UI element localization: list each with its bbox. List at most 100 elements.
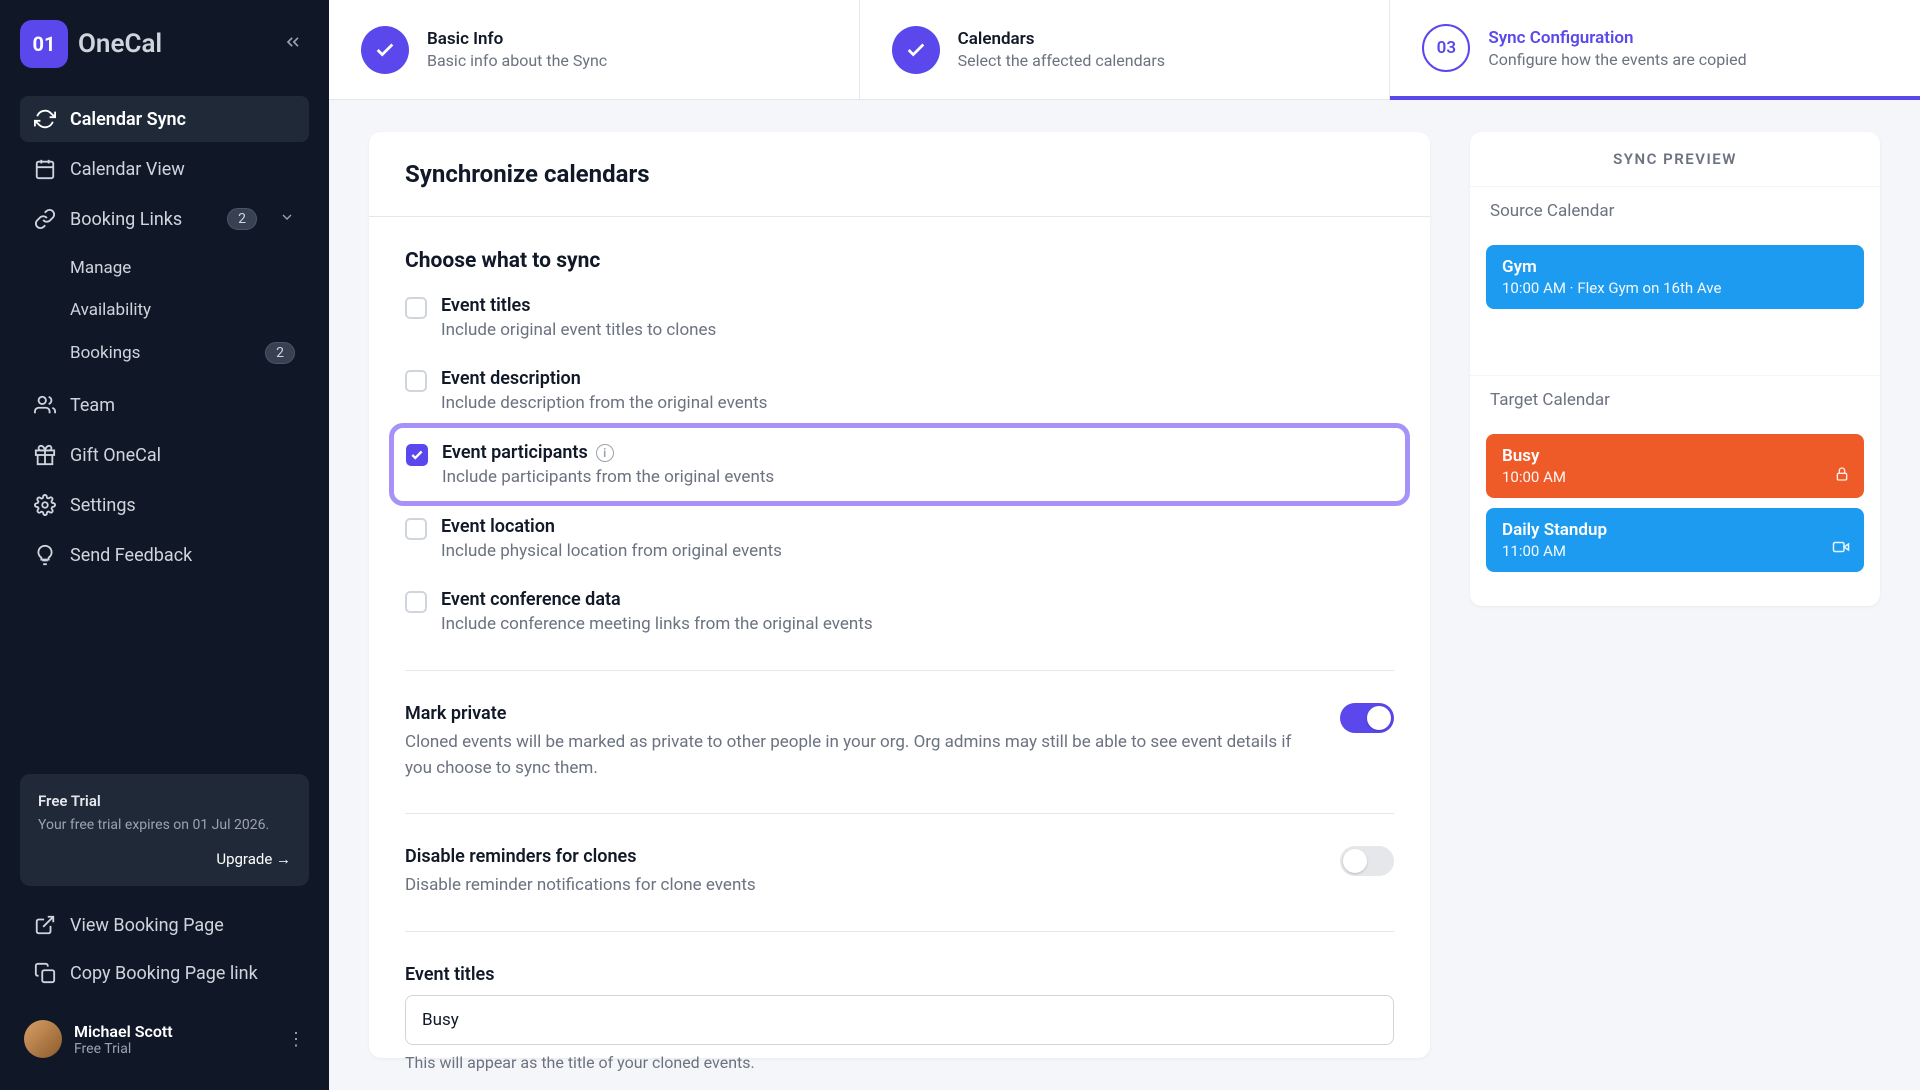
source-calendar-label: Source Calendar <box>1470 186 1880 235</box>
nav-gift[interactable]: Gift OneCal <box>20 432 309 478</box>
nav-feedback[interactable]: Send Feedback <box>20 532 309 578</box>
logo-text: OneCal <box>78 29 162 59</box>
main-nav: Calendar Sync Calendar View Booking Link… <box>20 96 309 578</box>
sidebar: 01 OneCal Calendar Sync Calendar View Bo… <box>0 0 329 1090</box>
nav-team[interactable]: Team <box>20 382 309 428</box>
collapse-sidebar-button[interactable] <box>277 26 309 62</box>
sync-preview-card: SYNC PREVIEW Source Calendar Gym 10:00 A… <box>1470 132 1880 606</box>
checkbox[interactable] <box>405 370 427 392</box>
option-event-location[interactable]: Event location Include physical location… <box>405 512 1394 565</box>
user-menu-button[interactable]: ⋮ <box>287 1035 305 1044</box>
nav-calendar-view[interactable]: Calendar View <box>20 146 309 192</box>
event-time: 11:00 AM <box>1502 542 1848 560</box>
app-logo[interactable]: 01 OneCal <box>20 20 162 68</box>
step-calendars[interactable]: Calendars Select the affected calendars <box>860 0 1391 99</box>
event-time: 10:00 AM · Flex Gym on 16th Ave <box>1502 279 1848 297</box>
nav-item-label: Send Feedback <box>70 545 192 566</box>
external-link-icon <box>34 914 56 936</box>
choose-title: Choose what to sync <box>405 249 1394 273</box>
user-plan: Free Trial <box>74 1041 275 1057</box>
event-titles-hint: This will appear as the title of your cl… <box>405 1053 1394 1072</box>
nav-item-label: Manage <box>70 258 131 278</box>
nav-item-label: Gift OneCal <box>70 445 161 466</box>
nav-item-label: Booking Links <box>70 209 182 230</box>
event-title: Busy <box>1502 446 1848 466</box>
nav-item-label: View Booking Page <box>70 915 224 936</box>
source-calendar-body: Gym 10:00 AM · Flex Gym on 16th Ave <box>1470 235 1880 375</box>
target-calendar-label: Target Calendar <box>1470 375 1880 424</box>
toggle-title: Mark private <box>405 703 1316 724</box>
content: Synchronize calendars Choose what to syn… <box>329 100 1920 1090</box>
link-icon <box>34 208 56 230</box>
nav-manage[interactable]: Manage <box>56 248 309 288</box>
option-event-titles[interactable]: Event titles Include original event titl… <box>405 291 1394 344</box>
nav-bookings[interactable]: Bookings2 <box>56 332 309 374</box>
option-desc: Include original event titles to clones <box>441 320 716 340</box>
nav-item-label: Team <box>70 395 115 416</box>
checkbox[interactable] <box>405 297 427 319</box>
source-event: Gym 10:00 AM · Flex Gym on 16th Ave <box>1486 245 1864 309</box>
checkbox[interactable] <box>405 591 427 613</box>
nav-item-label: Calendar Sync <box>70 109 186 130</box>
event-title: Gym <box>1502 257 1848 277</box>
step-basic-info[interactable]: Basic Info Basic info about the Sync <box>329 0 860 99</box>
option-event-description[interactable]: Event description Include description fr… <box>405 364 1394 417</box>
nav-item-label: Copy Booking Page link <box>70 963 258 984</box>
step-desc: Basic info about the Sync <box>427 51 607 70</box>
step-sync-config[interactable]: 03 Sync Configuration Configure how the … <box>1390 0 1920 100</box>
option-desc: Include conference meeting links from th… <box>441 614 873 634</box>
divider <box>405 931 1394 932</box>
highlighted-option: Event participants i Include participant… <box>389 423 1410 506</box>
gift-icon <box>34 444 56 466</box>
option-desc: Include physical location from original … <box>441 541 782 561</box>
nav-settings[interactable]: Settings <box>20 482 309 528</box>
option-label: Event conference data <box>441 589 873 610</box>
sync-settings-card: Synchronize calendars Choose what to syn… <box>369 132 1430 1058</box>
main-area: Basic Info Basic info about the Sync Cal… <box>329 0 1920 1090</box>
nav-availability[interactable]: Availability <box>56 290 309 330</box>
disable-reminders-toggle[interactable] <box>1340 846 1394 876</box>
toggle-desc: Disable reminder notifications for clone… <box>405 873 1316 899</box>
event-time: 10:00 AM <box>1502 468 1848 486</box>
info-icon[interactable]: i <box>596 444 614 462</box>
option-label: Event titles <box>441 295 716 316</box>
chevron-down-icon <box>279 209 295 230</box>
nav-copy-booking-link[interactable]: Copy Booking Page link <box>20 950 309 996</box>
trial-desc: Your free trial expires on 01 Jul 2026. <box>38 816 291 836</box>
sidebar-bottom-nav: View Booking Page Copy Booking Page link <box>20 902 309 996</box>
event-titles-label: Event titles <box>405 964 1394 985</box>
step-title: Calendars <box>958 29 1165 49</box>
divider <box>405 670 1394 671</box>
checkbox[interactable] <box>405 518 427 540</box>
option-event-conference[interactable]: Event conference data Include conference… <box>405 585 1394 638</box>
target-event: Daily Standup 11:00 AM <box>1486 508 1864 572</box>
stepper: Basic Info Basic info about the Sync Cal… <box>329 0 1920 100</box>
option-event-participants[interactable]: Event participants i Include participant… <box>406 438 1393 491</box>
option-desc: Include description from the original ev… <box>441 393 767 413</box>
avatar <box>24 1020 62 1058</box>
target-calendar-body: Busy 10:00 AM Daily Standup 11:00 AM <box>1470 424 1880 606</box>
step-title: Basic Info <box>427 29 607 49</box>
lightbulb-icon <box>34 544 56 566</box>
upgrade-button[interactable]: Upgrade → <box>38 850 291 868</box>
step-desc: Select the affected calendars <box>958 51 1165 70</box>
mark-private-toggle[interactable] <box>1340 703 1394 733</box>
event-title: Daily Standup <box>1502 520 1848 540</box>
checkbox[interactable] <box>406 444 428 466</box>
nav-view-booking-page[interactable]: View Booking Page <box>20 902 309 948</box>
booking-submenu: Manage Availability Bookings2 <box>20 248 309 374</box>
event-titles-input[interactable] <box>405 995 1394 1045</box>
nav-calendar-sync[interactable]: Calendar Sync <box>20 96 309 142</box>
user-profile[interactable]: Michael Scott Free Trial ⋮ <box>20 1008 309 1070</box>
badge: 2 <box>227 208 257 230</box>
step-title: Sync Configuration <box>1488 28 1746 48</box>
nav-booking-links[interactable]: Booking Links 2 <box>20 196 309 242</box>
user-name: Michael Scott <box>74 1022 275 1041</box>
step-number: 03 <box>1422 24 1470 72</box>
nav-item-label: Settings <box>70 495 136 516</box>
copy-icon <box>34 962 56 984</box>
option-label: Event participants i <box>442 442 774 463</box>
nav-item-label: Bookings <box>70 343 140 363</box>
nav-item-label: Calendar View <box>70 159 185 180</box>
preview-header: SYNC PREVIEW <box>1470 132 1880 186</box>
